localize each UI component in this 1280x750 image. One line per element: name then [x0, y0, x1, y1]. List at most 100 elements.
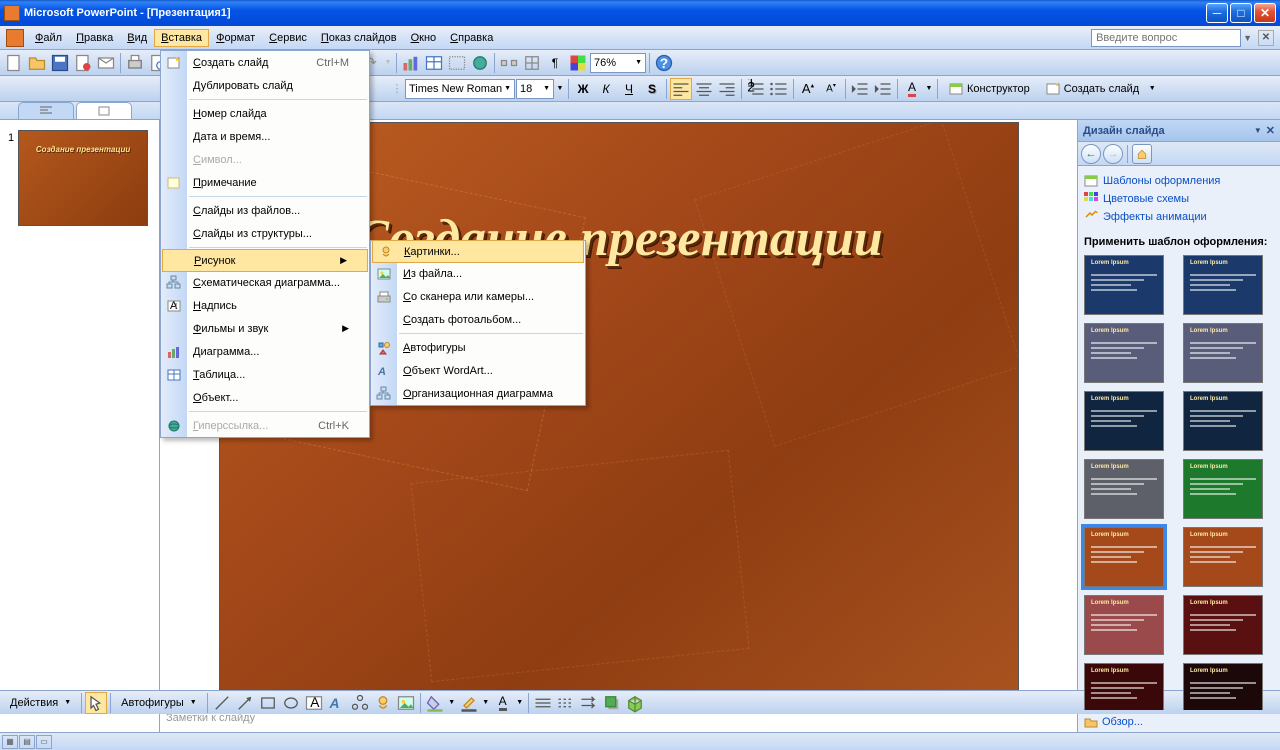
template-thumbnail[interactable]: Lorem Ipsum	[1183, 255, 1263, 315]
template-thumbnail[interactable]: Lorem Ipsum	[1084, 459, 1164, 519]
rect-tool[interactable]	[257, 692, 279, 714]
font-name-select[interactable]: Times New Roman▼	[405, 79, 515, 99]
3d-tool[interactable]	[624, 692, 646, 714]
menu-справка[interactable]: Справка	[443, 29, 500, 47]
font-color-tool-dropdown[interactable]: ▼	[515, 692, 525, 714]
font-color-button[interactable]: A	[901, 78, 923, 100]
menu-формат[interactable]: Формат	[209, 29, 262, 47]
template-thumbnail[interactable]: Lorem Ipsum	[1084, 391, 1164, 451]
oval-tool[interactable]	[280, 692, 302, 714]
chart-icon[interactable]	[400, 52, 422, 74]
align-left-button[interactable]	[670, 78, 692, 100]
menuitem[interactable]: Создать фотоальбом...	[371, 308, 585, 331]
decrease-indent-button[interactable]	[849, 78, 871, 100]
nav-back-button[interactable]: ←	[1081, 144, 1101, 164]
menu-вставка[interactable]: Вставка	[154, 29, 209, 47]
autoshapes-button[interactable]: Автофигуры▼	[114, 692, 204, 714]
arrow-tool[interactable]	[234, 692, 256, 714]
show-hide-icon[interactable]: ¶	[544, 52, 566, 74]
slides-tab[interactable]	[76, 102, 132, 119]
select-arrow-button[interactable]	[85, 692, 107, 714]
minimize-button[interactable]: ─	[1206, 3, 1228, 23]
menu-правка[interactable]: Правка	[69, 29, 120, 47]
fill-color-tool[interactable]	[424, 692, 446, 714]
new-slide-button[interactable]: Создать слайд	[1038, 78, 1146, 100]
menuitem[interactable]: Дублировать слайд	[161, 74, 369, 97]
increase-indent-button[interactable]	[872, 78, 894, 100]
diagram-tool[interactable]	[349, 692, 371, 714]
nav-home-button[interactable]	[1132, 144, 1152, 164]
menuitem[interactable]: Схематическая диаграмма...	[161, 271, 369, 294]
template-thumbnail[interactable]: Lorem Ipsum	[1183, 663, 1263, 710]
template-thumbnail[interactable]: Lorem Ipsum	[1084, 255, 1164, 315]
underline-button[interactable]: Ч	[618, 78, 640, 100]
table-icon[interactable]	[423, 52, 445, 74]
template-thumbnail[interactable]: Lorem Ipsum	[1183, 595, 1263, 655]
shadow-tool[interactable]	[601, 692, 623, 714]
menuitem[interactable]: Диаграмма...	[161, 340, 369, 363]
arrow-style-tool[interactable]	[578, 692, 600, 714]
zoom-select[interactable]: 76%▼	[590, 53, 646, 73]
shadow-button[interactable]: S	[641, 78, 663, 100]
taskpane-close-button[interactable]: ✕	[1266, 124, 1275, 137]
hyperlink-icon[interactable]	[469, 52, 491, 74]
menuitem[interactable]: Примечание	[161, 171, 369, 194]
picture-tool[interactable]	[395, 692, 417, 714]
outline-tab[interactable]	[18, 102, 74, 119]
numbering-button[interactable]: 12	[745, 78, 767, 100]
designer-button[interactable]: Конструктор	[941, 78, 1037, 100]
bold-button[interactable]: Ж	[572, 78, 594, 100]
new-icon[interactable]	[3, 52, 25, 74]
font-color-dropdown[interactable]: ▼	[924, 78, 934, 100]
line-color-tool[interactable]	[458, 692, 480, 714]
line-color-dropdown[interactable]: ▼	[481, 692, 491, 714]
template-thumbnail[interactable]: Lorem Ipsum	[1084, 663, 1164, 710]
template-thumbnail[interactable]: Lorem Ipsum	[1183, 391, 1263, 451]
email-icon[interactable]	[95, 52, 117, 74]
template-thumbnail[interactable]: Lorem Ipsum	[1084, 323, 1164, 383]
menuitem[interactable]: Слайды из структуры...	[161, 222, 369, 245]
textbox-tool[interactable]: A	[303, 692, 325, 714]
nav-forward-button[interactable]: →	[1103, 144, 1123, 164]
font-size-select[interactable]: 18▼	[516, 79, 554, 99]
slide-thumbnail[interactable]: 1 Создание презентации	[8, 130, 151, 226]
menuitem[interactable]: AОбъект WordArt...	[371, 359, 585, 382]
line-tool[interactable]	[211, 692, 233, 714]
maximize-button[interactable]: □	[1230, 3, 1252, 23]
template-thumbnail[interactable]: Lorem Ipsum	[1183, 459, 1263, 519]
taskpane-link[interactable]: Эффекты анимации	[1084, 208, 1274, 226]
menuitem[interactable]: Из файла...	[371, 262, 585, 285]
menuitem[interactable]: Таблица...	[161, 363, 369, 386]
expand-icon[interactable]	[498, 52, 520, 74]
menuitem[interactable]: AНадпись	[161, 294, 369, 317]
bullets-button[interactable]	[768, 78, 790, 100]
mdi-close-button[interactable]: ✕	[1258, 30, 1274, 46]
template-thumbnail[interactable]: Lorem Ipsum	[1084, 595, 1164, 655]
grid-icon[interactable]	[521, 52, 543, 74]
decrease-font-button[interactable]: A▾	[820, 78, 842, 100]
save-icon[interactable]	[49, 52, 71, 74]
menuitem[interactable]: Рисунок▶	[162, 249, 368, 272]
menuitem[interactable]: Дата и время...	[161, 125, 369, 148]
menu-сервис[interactable]: Сервис	[262, 29, 314, 47]
taskpane-link[interactable]: Шаблоны оформления	[1084, 172, 1274, 190]
template-thumbnail[interactable]: Lorem Ipsum	[1183, 323, 1263, 383]
menuitem[interactable]: Автофигуры	[371, 336, 585, 359]
wordart-tool[interactable]: A	[326, 692, 348, 714]
draw-actions-button[interactable]: Действия▼	[3, 692, 78, 714]
browse-link[interactable]: Обзор...	[1102, 716, 1143, 728]
menuitem[interactable]: Организационная диаграмма	[371, 382, 585, 405]
permission-icon[interactable]	[72, 52, 94, 74]
tables-borders-icon[interactable]	[446, 52, 468, 74]
taskpane-link[interactable]: Цветовые схемы	[1084, 190, 1274, 208]
clipart-tool[interactable]	[372, 692, 394, 714]
slideshow-view-button[interactable]: ▭	[36, 735, 52, 749]
help-question-box[interactable]	[1091, 29, 1241, 47]
fill-color-dropdown[interactable]: ▼	[447, 692, 457, 714]
menuitem[interactable]: Номер слайда	[161, 102, 369, 125]
close-button[interactable]: ✕	[1254, 3, 1276, 23]
menu-показ слайдов[interactable]: Показ слайдов	[314, 29, 404, 47]
font-color-tool[interactable]: A	[492, 692, 514, 714]
menuitem[interactable]: Объект...	[161, 386, 369, 409]
menu-вид[interactable]: Вид	[120, 29, 154, 47]
